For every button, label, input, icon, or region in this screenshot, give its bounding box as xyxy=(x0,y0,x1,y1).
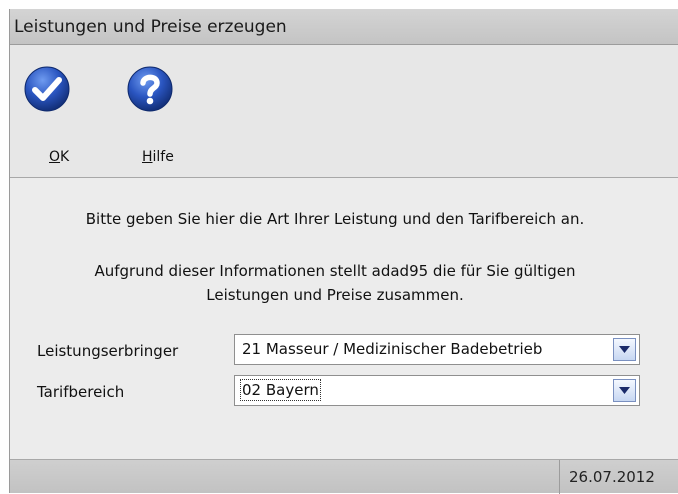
info-text-line3: Leistungen und Preise zusammen. xyxy=(206,286,464,304)
question-mark-icon xyxy=(127,66,173,112)
info-text-line1: Bitte geben Sie hier die Art Ihrer Leist… xyxy=(85,210,585,228)
status-date: 26.07.2012 xyxy=(569,468,655,486)
status-bar: 26.07.2012 xyxy=(10,459,678,494)
ok-button[interactable]: OK xyxy=(12,45,86,177)
tariff-dropdown-button[interactable] xyxy=(613,379,636,402)
provider-dropdown[interactable]: 21 Masseur / Medizinischer Badebetrieb xyxy=(234,334,640,365)
tariff-dropdown[interactable]: 02 Bayern xyxy=(234,375,640,406)
content-area: Bitte geben Sie hier die Art Ihrer Leist… xyxy=(10,178,678,459)
checkmark-icon xyxy=(24,66,70,112)
window-title: Leistungen und Preise erzeugen xyxy=(14,17,287,37)
chevron-down-icon xyxy=(619,346,630,353)
provider-dropdown-button[interactable] xyxy=(613,338,636,361)
info-text-line2: Aufgrund dieser Informationen stellt ada… xyxy=(94,262,576,280)
tariff-value: 02 Bayern xyxy=(240,379,321,401)
tariff-label: Tarifbereich xyxy=(37,383,125,401)
dialog-window: Leistungen und Preise erzeugen OK Hilfe … xyxy=(9,9,678,494)
title-bar[interactable]: Leistungen und Preise erzeugen xyxy=(10,9,678,45)
help-label: Hilfe xyxy=(142,149,174,165)
status-divider xyxy=(559,460,560,494)
provider-label: Leistungserbringer xyxy=(37,342,179,360)
provider-value: 21 Masseur / Medizinischer Badebetrieb xyxy=(242,340,543,358)
toolbar: OK Hilfe xyxy=(10,45,678,178)
ok-label: OK xyxy=(49,149,70,165)
help-button[interactable]: Hilfe xyxy=(115,45,189,177)
chevron-down-icon xyxy=(619,387,630,394)
